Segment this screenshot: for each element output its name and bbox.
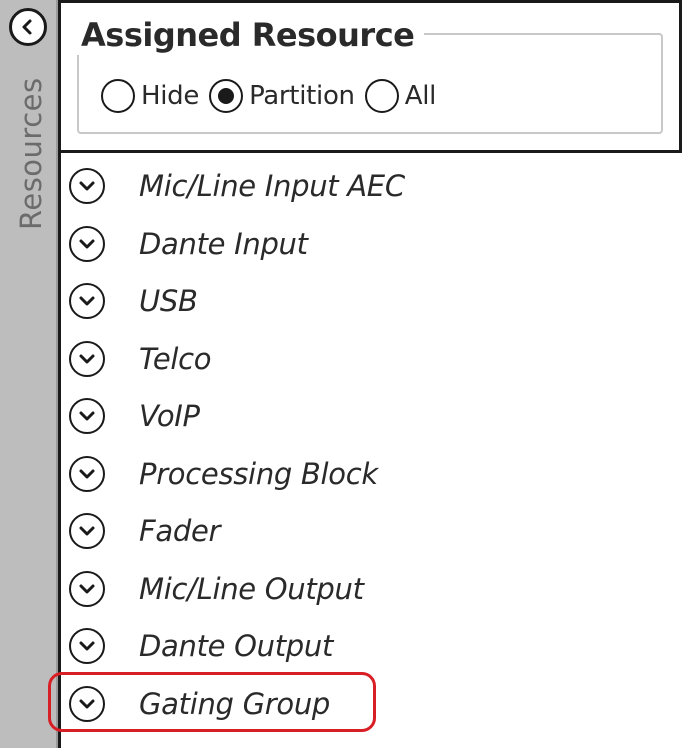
chevron-down-icon[interactable] bbox=[69, 168, 105, 204]
radio-hide[interactable]: Hide bbox=[101, 79, 199, 113]
radio-partition-circle[interactable] bbox=[209, 79, 244, 113]
chevron-down-icon[interactable] bbox=[69, 513, 105, 549]
assigned-resource-title: Assigned Resource bbox=[77, 15, 425, 55]
list-item-dante-input[interactable]: Dante Input bbox=[69, 219, 308, 269]
chevron-down-icon[interactable] bbox=[69, 283, 105, 319]
chevron-down-icon[interactable] bbox=[69, 398, 105, 434]
radio-all-label[interactable]: All bbox=[405, 81, 437, 111]
list-item-usb[interactable]: USB bbox=[69, 276, 198, 326]
list-item-label: Fader bbox=[139, 514, 221, 548]
list-item-label: Telco bbox=[139, 342, 212, 376]
list-item-mic-line-input-aec[interactable]: Mic/Line Input AEC bbox=[69, 161, 405, 211]
list-item-mic-line-output[interactable]: Mic/Line Output bbox=[69, 564, 364, 614]
chevron-down-icon[interactable] bbox=[69, 341, 105, 377]
collapse-chevron-left-icon[interactable] bbox=[9, 8, 47, 46]
list-item-processing-block[interactable]: Processing Block bbox=[69, 449, 378, 499]
assigned-resource-filter: Assigned Resource Hide Partition All bbox=[61, 3, 682, 153]
radio-hide-label[interactable]: Hide bbox=[141, 81, 199, 111]
radio-all-circle[interactable] bbox=[364, 79, 399, 113]
radio-partition-label[interactable]: Partition bbox=[249, 81, 355, 111]
chevron-down-icon[interactable] bbox=[69, 226, 105, 262]
chevron-down-icon[interactable] bbox=[69, 628, 105, 664]
list-item-label: Mic/Line Input AEC bbox=[139, 169, 405, 203]
sidebar-title: Resources bbox=[14, 77, 48, 230]
resources-panel: Assigned Resource Hide Partition All Mic… bbox=[58, 0, 682, 748]
list-item-gating-group[interactable]: Gating Group bbox=[69, 679, 330, 729]
list-item-label: Processing Block bbox=[139, 457, 378, 491]
list-item-label: Dante Output bbox=[139, 629, 334, 663]
list-item-fader[interactable]: Fader bbox=[69, 506, 220, 556]
radio-all[interactable]: All bbox=[364, 79, 437, 113]
list-item-label: Mic/Line Output bbox=[139, 572, 364, 606]
resource-list: Mic/Line Input AEC Dante Input USB Telco… bbox=[61, 153, 682, 748]
list-item-telco[interactable]: Telco bbox=[69, 334, 212, 384]
radio-selected-dot bbox=[218, 88, 235, 104]
chevron-down-icon[interactable] bbox=[69, 571, 105, 607]
list-item-label: Gating Group bbox=[139, 687, 331, 721]
resources-sidebar-tab[interactable]: Resources bbox=[0, 0, 58, 748]
list-item-label: USB bbox=[139, 284, 198, 318]
assigned-resource-options: Hide Partition All bbox=[101, 76, 446, 116]
list-item-label: Dante Input bbox=[139, 227, 308, 261]
list-item-label: VoIP bbox=[139, 399, 200, 433]
radio-partition[interactable]: Partition bbox=[209, 79, 355, 113]
radio-hide-circle[interactable] bbox=[101, 79, 135, 113]
list-item-voip[interactable]: VoIP bbox=[69, 391, 200, 441]
list-item-dante-output[interactable]: Dante Output bbox=[69, 621, 333, 671]
chevron-down-icon[interactable] bbox=[69, 686, 105, 722]
resources-window: Resources Assigned Resource Hide Partiti… bbox=[0, 0, 682, 748]
chevron-down-icon[interactable] bbox=[69, 456, 105, 492]
